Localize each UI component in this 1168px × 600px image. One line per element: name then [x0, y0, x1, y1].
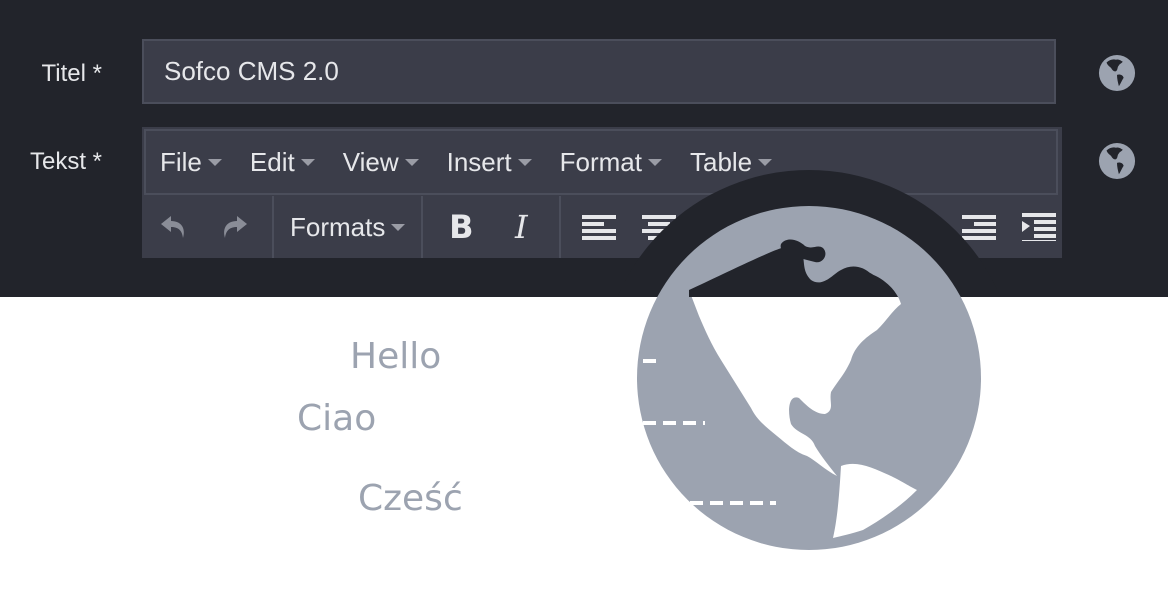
chevron-down-icon	[300, 158, 315, 166]
title-label: Titel *	[41, 60, 102, 87]
menu-edit[interactable]: Edit	[250, 147, 315, 178]
greeting-hello: Hello	[350, 336, 442, 377]
menu-insert-label: Insert	[446, 146, 512, 177]
formats-label: Formats	[290, 211, 386, 242]
indent-button[interactable]	[1009, 196, 1069, 258]
chevron-down-icon	[404, 158, 419, 166]
connector-line	[643, 421, 705, 425]
large-globe-illustration	[617, 170, 1001, 550]
text-label: Tekst *	[29, 148, 102, 175]
style-group: B I	[423, 196, 562, 258]
menu-file-label: File	[160, 146, 202, 177]
italic-button[interactable]: I	[491, 196, 551, 258]
chevron-down-icon	[391, 223, 406, 231]
greeting-czesc: Cześć	[358, 478, 463, 519]
chevron-down-icon	[758, 158, 773, 166]
redo-icon	[224, 216, 247, 238]
menu-file[interactable]: File	[160, 147, 222, 178]
menu-view-label: View	[342, 146, 399, 177]
menu-view[interactable]: View	[343, 147, 419, 178]
redo-button[interactable]	[204, 196, 264, 258]
undo-icon	[161, 216, 184, 238]
globe-icon[interactable]	[1098, 142, 1136, 180]
menu-edit-label: Edit	[249, 146, 295, 177]
formats-group: Formats	[274, 196, 424, 258]
indent-icon	[1022, 213, 1057, 241]
chevron-down-icon	[207, 158, 222, 166]
bold-button[interactable]: B	[431, 196, 491, 258]
history-group	[142, 196, 274, 258]
title-input[interactable]	[142, 39, 1056, 104]
chevron-down-icon	[647, 158, 662, 166]
formats-dropdown[interactable]: Formats	[282, 212, 413, 243]
greeting-ciao: Ciao	[297, 398, 377, 439]
menu-insert[interactable]: Insert	[447, 147, 532, 178]
connector-line	[643, 359, 656, 363]
globe-icon[interactable]	[1098, 54, 1136, 92]
undo-button[interactable]	[144, 196, 204, 258]
connector-line	[690, 501, 776, 505]
chevron-down-icon	[517, 158, 532, 166]
